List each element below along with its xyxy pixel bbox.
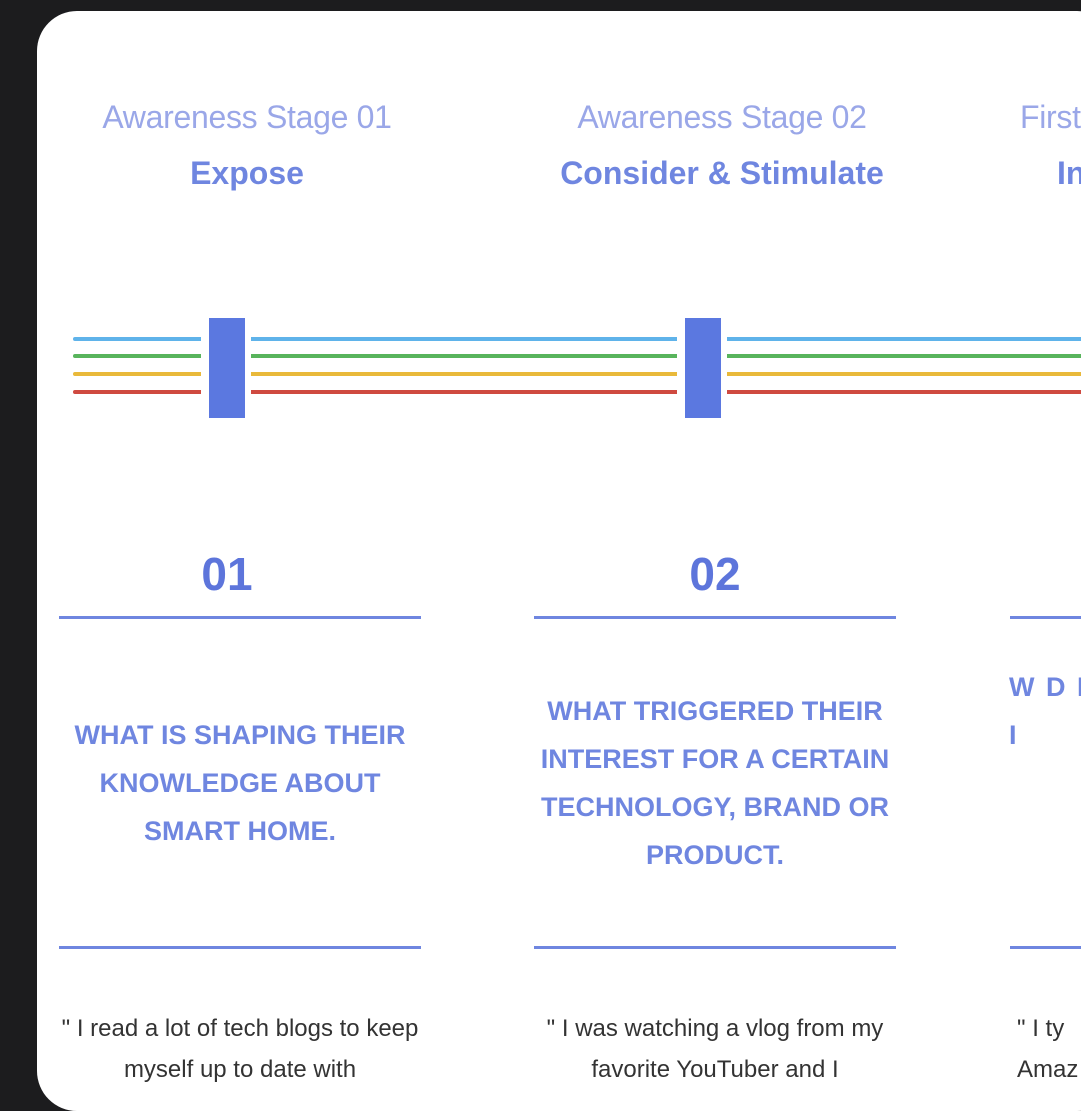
- stage-2-node: [685, 318, 721, 418]
- stage-2-name: Consider & Stimulate: [560, 155, 884, 191]
- stage-2-question: WHAT TRIGGERED THEIR INTEREST FOR A CERT…: [540, 696, 890, 870]
- journey-card: Awareness Stage 01 Expose Awareness Stag…: [37, 11, 1081, 1111]
- stage-3-question: W D EX TO I: [1009, 672, 1081, 750]
- stage-1-label: Awareness Stage 01: [102, 99, 392, 135]
- stage-2-label: Awareness Stage 02: [577, 99, 867, 135]
- stage-1-quote: " I read a lot of tech blogs to keep mys…: [61, 1015, 419, 1083]
- stage-2-quote: " I was watching a vlog from my favorite…: [546, 1015, 884, 1083]
- stage-1-node: [209, 318, 245, 418]
- stage-1-question: WHAT IS SHAPING THEIR KNOWLEDGE ABOUT SM…: [74, 720, 406, 846]
- stage-3-label: First: [1020, 99, 1081, 135]
- stage-2-rule-bottom: [534, 946, 896, 949]
- stage-3-rule-bottom: [1010, 946, 1081, 949]
- stage-1-name: Expose: [190, 155, 304, 191]
- stage-2-number: 02: [689, 548, 741, 600]
- stage-1-number: 01: [201, 548, 253, 600]
- stage-1-rule-bottom: [59, 946, 421, 949]
- stage-1-rule-top: [59, 616, 421, 619]
- stage-3-rule-top: [1010, 616, 1081, 619]
- stage-2-rule-top: [534, 616, 896, 619]
- stage-3-quote: " I ty Amaz: [1017, 1015, 1079, 1083]
- stage-3-name: In: [1057, 155, 1081, 191]
